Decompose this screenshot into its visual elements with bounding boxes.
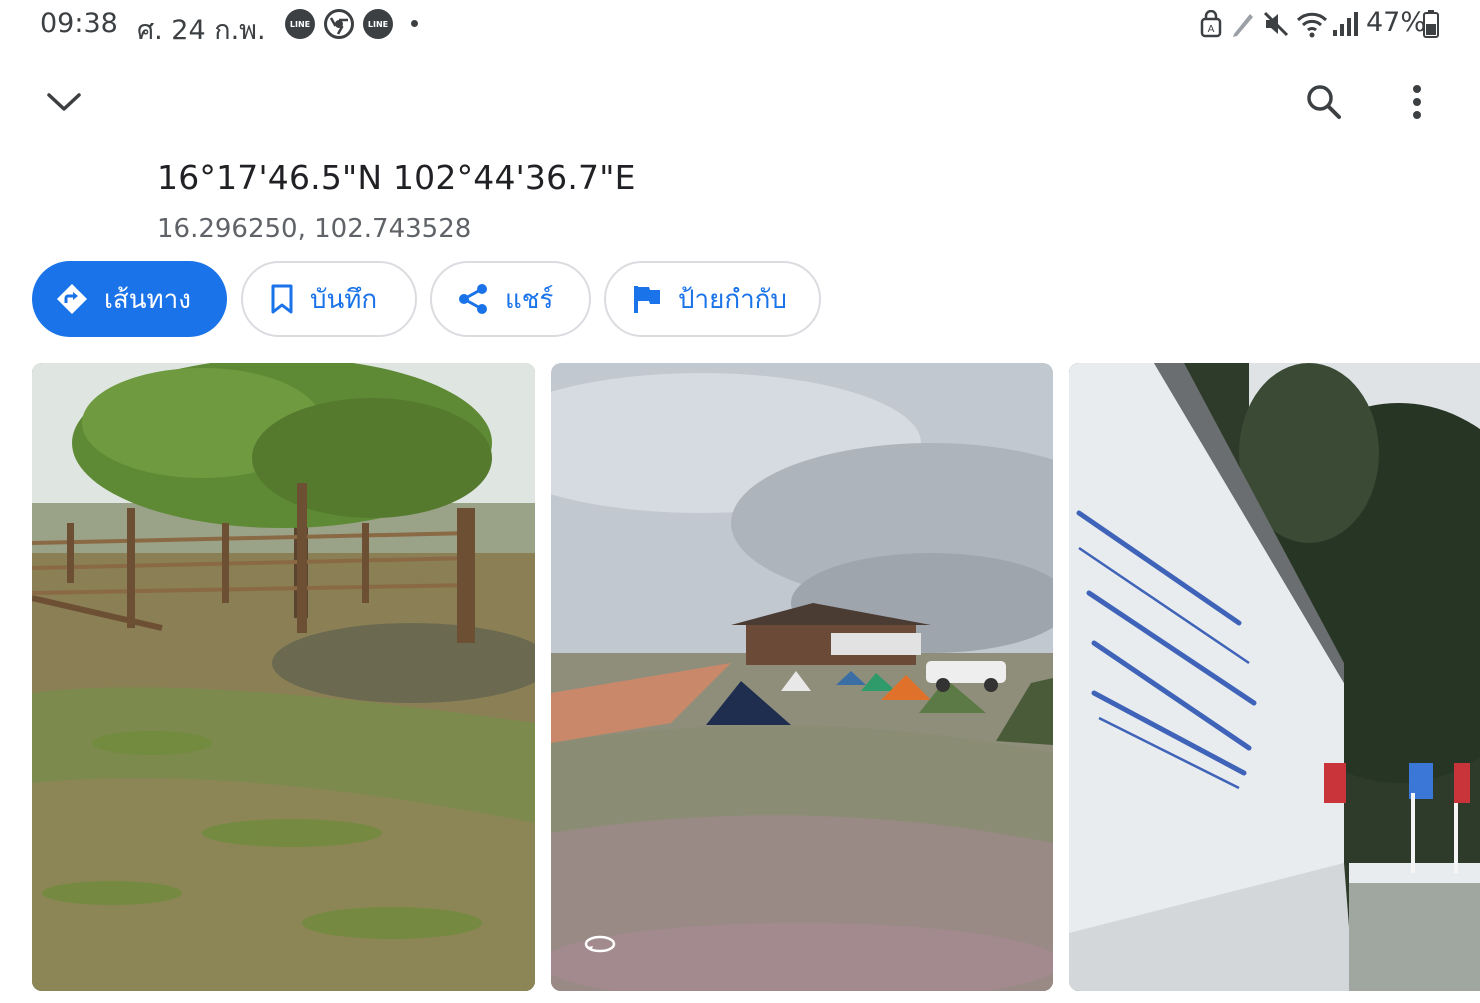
search-icon [1306,84,1342,124]
photo-campsite-panorama[interactable] [551,363,1053,991]
search-button[interactable] [1296,76,1352,132]
battery-icon [1423,10,1439,42]
chrome-icon [324,9,354,39]
line-icon: LINE [363,9,393,39]
status-bar: 09:38 ศ. 24 ก.พ. LINE LINE A 47% [0,0,1480,50]
line-icon: LINE [285,9,315,39]
pen-icon [1230,10,1256,42]
flag-icon [632,284,662,314]
directions-button[interactable]: เส้นทาง [32,261,227,337]
label-label: ป้ายกำกับ [678,284,787,315]
directions-icon [56,283,88,315]
signal-icon [1332,10,1358,42]
directions-label: เส้นทาง [104,284,191,315]
wifi-icon [1296,10,1328,42]
mute-icon [1262,10,1290,42]
collapse-button[interactable] [38,78,90,130]
vpn-lock-icon: A [1200,9,1222,42]
label-button[interactable]: ป้ายกำกับ [604,261,821,337]
status-time: 09:38 [40,8,118,39]
battery-percent: 47% [1366,7,1427,38]
share-icon [457,283,489,315]
more-notifications-dot [411,20,418,27]
save-button[interactable]: บันทึก [241,261,417,337]
save-label: บันทึก [310,284,378,315]
photo-wall-sign[interactable] [1069,363,1480,991]
svg-text:A: A [1208,24,1215,35]
status-date: ศ. 24 ก.พ. [137,15,266,46]
photo-field-fence[interactable] [32,363,535,991]
360-icon [583,933,617,955]
place-title: 16°17'46.5"N 102°44'36.7"E [157,158,636,197]
more-options-button[interactable] [1392,76,1442,132]
bookmark-icon [270,284,294,314]
maps-place-sheet: 09:38 ศ. 24 ก.พ. LINE LINE A 47% 16°17'4… [0,0,1480,1003]
share-button[interactable]: แชร์ [430,261,591,337]
more-vert-icon [1412,84,1422,124]
place-decimal-coordinates: 16.296250, 102.743528 [157,214,472,244]
chevron-down-icon [47,92,81,116]
share-label: แชร์ [505,284,554,315]
